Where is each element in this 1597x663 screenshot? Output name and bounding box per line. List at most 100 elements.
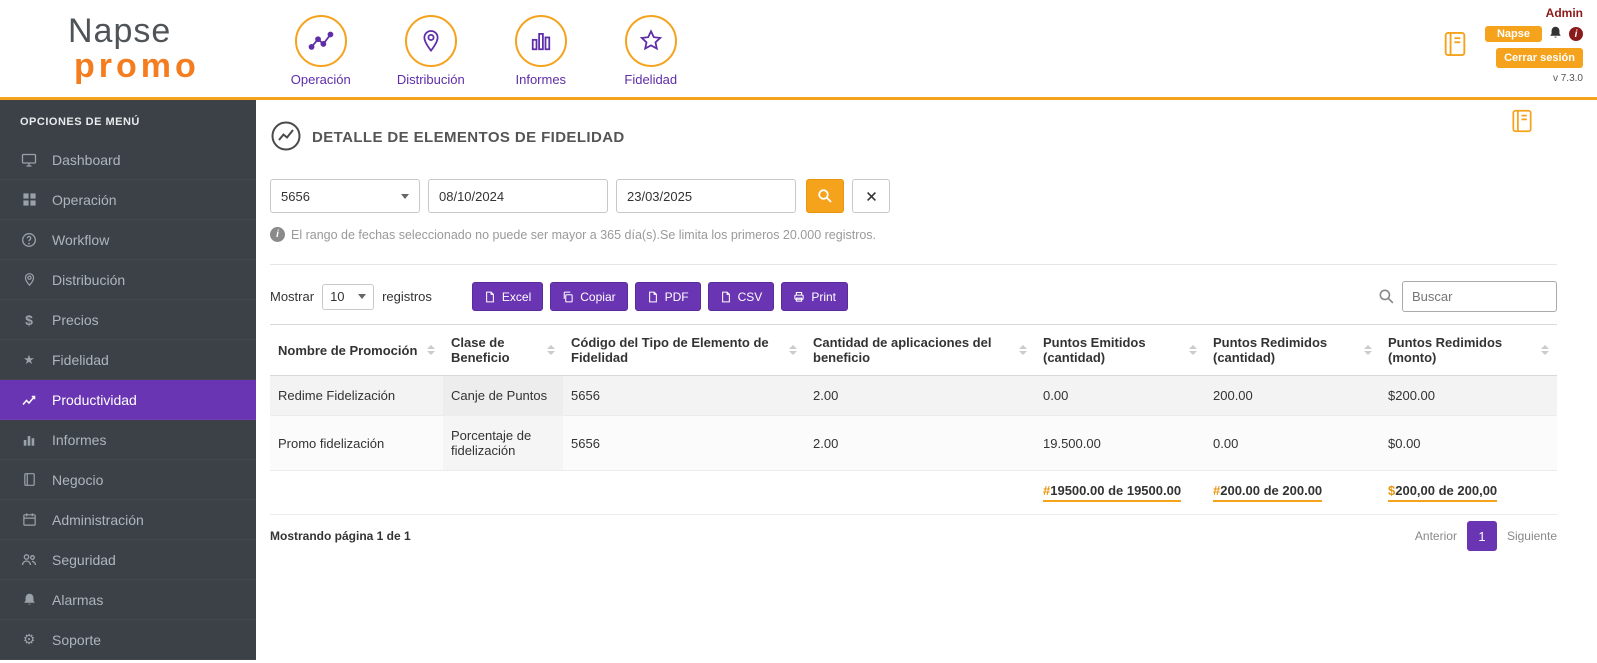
file-icon [647, 291, 659, 303]
app-header: Napse promo Operación Distribución [0, 0, 1597, 100]
star-icon [625, 15, 677, 67]
app-logo: Napse promo [68, 14, 200, 83]
column-header[interactable]: Puntos Emitidos (cantidad) [1035, 325, 1205, 376]
cell-cantidad: 2.00 [805, 416, 1035, 471]
nav-label: Distribución [397, 72, 465, 87]
sidebar-item-distribucion[interactable]: Distribución [0, 260, 256, 300]
date-range-note: El rango de fechas seleccionado no puede… [270, 227, 1557, 242]
manual-book-icon[interactable] [1509, 108, 1535, 137]
cell-clase: Canje de Puntos [443, 376, 563, 416]
sidebar-item-alarmas[interactable]: Alarmas [0, 580, 256, 620]
sidebar-item-precios[interactable]: Precios [0, 300, 256, 340]
sidebar-item-dashboard[interactable]: Dashboard [0, 140, 256, 180]
nav-item-operacion[interactable]: Operación [285, 15, 357, 87]
user-name: Admin [1546, 6, 1583, 20]
manual-book-icon[interactable] [1441, 30, 1469, 61]
nav-item-informes[interactable]: Informes [505, 15, 577, 87]
sidebar-item-informes[interactable]: Informes [0, 420, 256, 460]
export-csv-button[interactable]: CSV [708, 282, 775, 311]
export-excel-button[interactable]: Excel [472, 282, 543, 311]
table-row[interactable]: Redime Fidelización Canje de Puntos 5656… [270, 376, 1557, 416]
sidebar: OPCIONES DE MENÚ Dashboard Operación [0, 100, 256, 660]
sidebar-item-fidelidad[interactable]: Fidelidad [0, 340, 256, 380]
sidebar-item-seguridad[interactable]: Seguridad [0, 540, 256, 580]
table-search-input[interactable] [1402, 281, 1557, 312]
cell-nombre: Redime Fidelización [270, 376, 443, 416]
cell-codigo: 5656 [563, 376, 805, 416]
column-header[interactable]: Código del Tipo de Elemento de Fidelidad [563, 325, 805, 376]
sidebar-item-soporte[interactable]: Soporte [0, 620, 256, 660]
sidebar-item-label: Productividad [52, 392, 137, 408]
sidebar-item-label: Workflow [52, 232, 109, 248]
table-row[interactable]: Promo fidelización Porcentaje de fideliz… [270, 416, 1557, 471]
sidebar-item-workflow[interactable]: Workflow [0, 220, 256, 260]
company-badge: Napse [1485, 26, 1542, 42]
sidebar-item-label: Precios [52, 312, 99, 328]
sidebar-item-label: Informes [52, 432, 106, 448]
export-buttons: Excel Copiar PDF [472, 282, 848, 311]
sidebar-item-negocio[interactable]: Negocio [0, 460, 256, 500]
page-size-select[interactable]: 10 [322, 284, 374, 310]
print-icon [793, 291, 805, 303]
cell-clase: Porcentaje de fidelización [443, 416, 563, 471]
logo-line-1: Napse [68, 14, 200, 49]
pagination: Anterior 1 Siguiente [1415, 521, 1557, 551]
date-to-input[interactable] [616, 179, 796, 213]
column-header[interactable]: Cantidad de aplicaciones del beneficio [805, 325, 1035, 376]
export-button-label: Print [811, 290, 836, 304]
nav-item-fidelidad[interactable]: Fidelidad [615, 15, 687, 87]
column-header[interactable]: Puntos Redimidos (cantidad) [1205, 325, 1380, 376]
search-button[interactable] [806, 179, 844, 213]
gear-icon [20, 631, 38, 648]
sort-icon [1364, 345, 1372, 355]
sidebar-item-label: Administración [52, 512, 144, 528]
cell-codigo: 5656 [563, 416, 805, 471]
table-header-row: Nombre de Promoción Clase de Beneficio C… [270, 325, 1557, 376]
column-header[interactable]: Clase de Beneficio [443, 325, 563, 376]
pagination-page-1[interactable]: 1 [1467, 521, 1497, 551]
pagination-next[interactable]: Siguiente [1507, 529, 1557, 543]
column-header[interactable]: Nombre de Promoción [270, 325, 443, 376]
bell-icon[interactable] [1548, 25, 1563, 43]
total-puntos-emitidos: #19500.00 de 19500.00 [1035, 471, 1205, 515]
map-pin-icon [405, 15, 457, 67]
copy-button[interactable]: Copiar [550, 282, 627, 311]
results-table: Nombre de Promoción Clase de Beneficio C… [270, 324, 1557, 515]
sidebar-item-administracion[interactable]: Administración [0, 500, 256, 540]
sort-icon [1019, 345, 1027, 355]
sidebar-item-productividad[interactable]: Productividad [0, 380, 256, 420]
sidebar-item-label: Seguridad [52, 552, 116, 568]
map-pin-icon [20, 272, 38, 287]
logout-button[interactable]: Cerrar sesión [1496, 48, 1583, 68]
report-chart-icon [270, 120, 302, 155]
calendar-icon [20, 512, 38, 527]
sidebar-item-label: Fidelidad [52, 352, 109, 368]
info-note-text: El rango de fechas seleccionado no puede… [291, 228, 876, 242]
sort-icon [427, 345, 435, 355]
sidebar-item-label: Negocio [52, 472, 103, 488]
date-from-input[interactable] [428, 179, 608, 213]
alert-info-icon[interactable] [1569, 27, 1583, 41]
pagination-prev[interactable]: Anterior [1415, 529, 1457, 543]
print-button[interactable]: Print [781, 282, 848, 311]
page-summary: Mostrando página 1 de 1 [270, 529, 411, 543]
sidebar-item-operacion[interactable]: Operación [0, 180, 256, 220]
sidebar-item-label: Alarmas [52, 592, 103, 608]
bar-chart-icon [515, 15, 567, 67]
sidebar-item-label: Soporte [52, 632, 101, 648]
clear-filters-button[interactable] [852, 179, 890, 213]
search-icon [1378, 288, 1395, 305]
column-header[interactable]: Puntos Redimidos (monto) [1380, 325, 1557, 376]
export-pdf-button[interactable]: PDF [635, 282, 701, 311]
export-button-label: Excel [502, 290, 531, 304]
show-label: Mostrar [270, 289, 314, 304]
sidebar-item-label: Distribución [52, 272, 125, 288]
chart-line-icon [20, 392, 38, 408]
close-icon [865, 190, 878, 203]
sort-icon [547, 345, 555, 355]
nav-item-distribucion[interactable]: Distribución [395, 15, 467, 87]
dollar-icon [20, 312, 38, 328]
cell-cantidad: 2.00 [805, 376, 1035, 416]
promotion-select[interactable]: 5656 [270, 179, 420, 213]
cell-puntos-emitidos: 19.500.00 [1035, 416, 1205, 471]
